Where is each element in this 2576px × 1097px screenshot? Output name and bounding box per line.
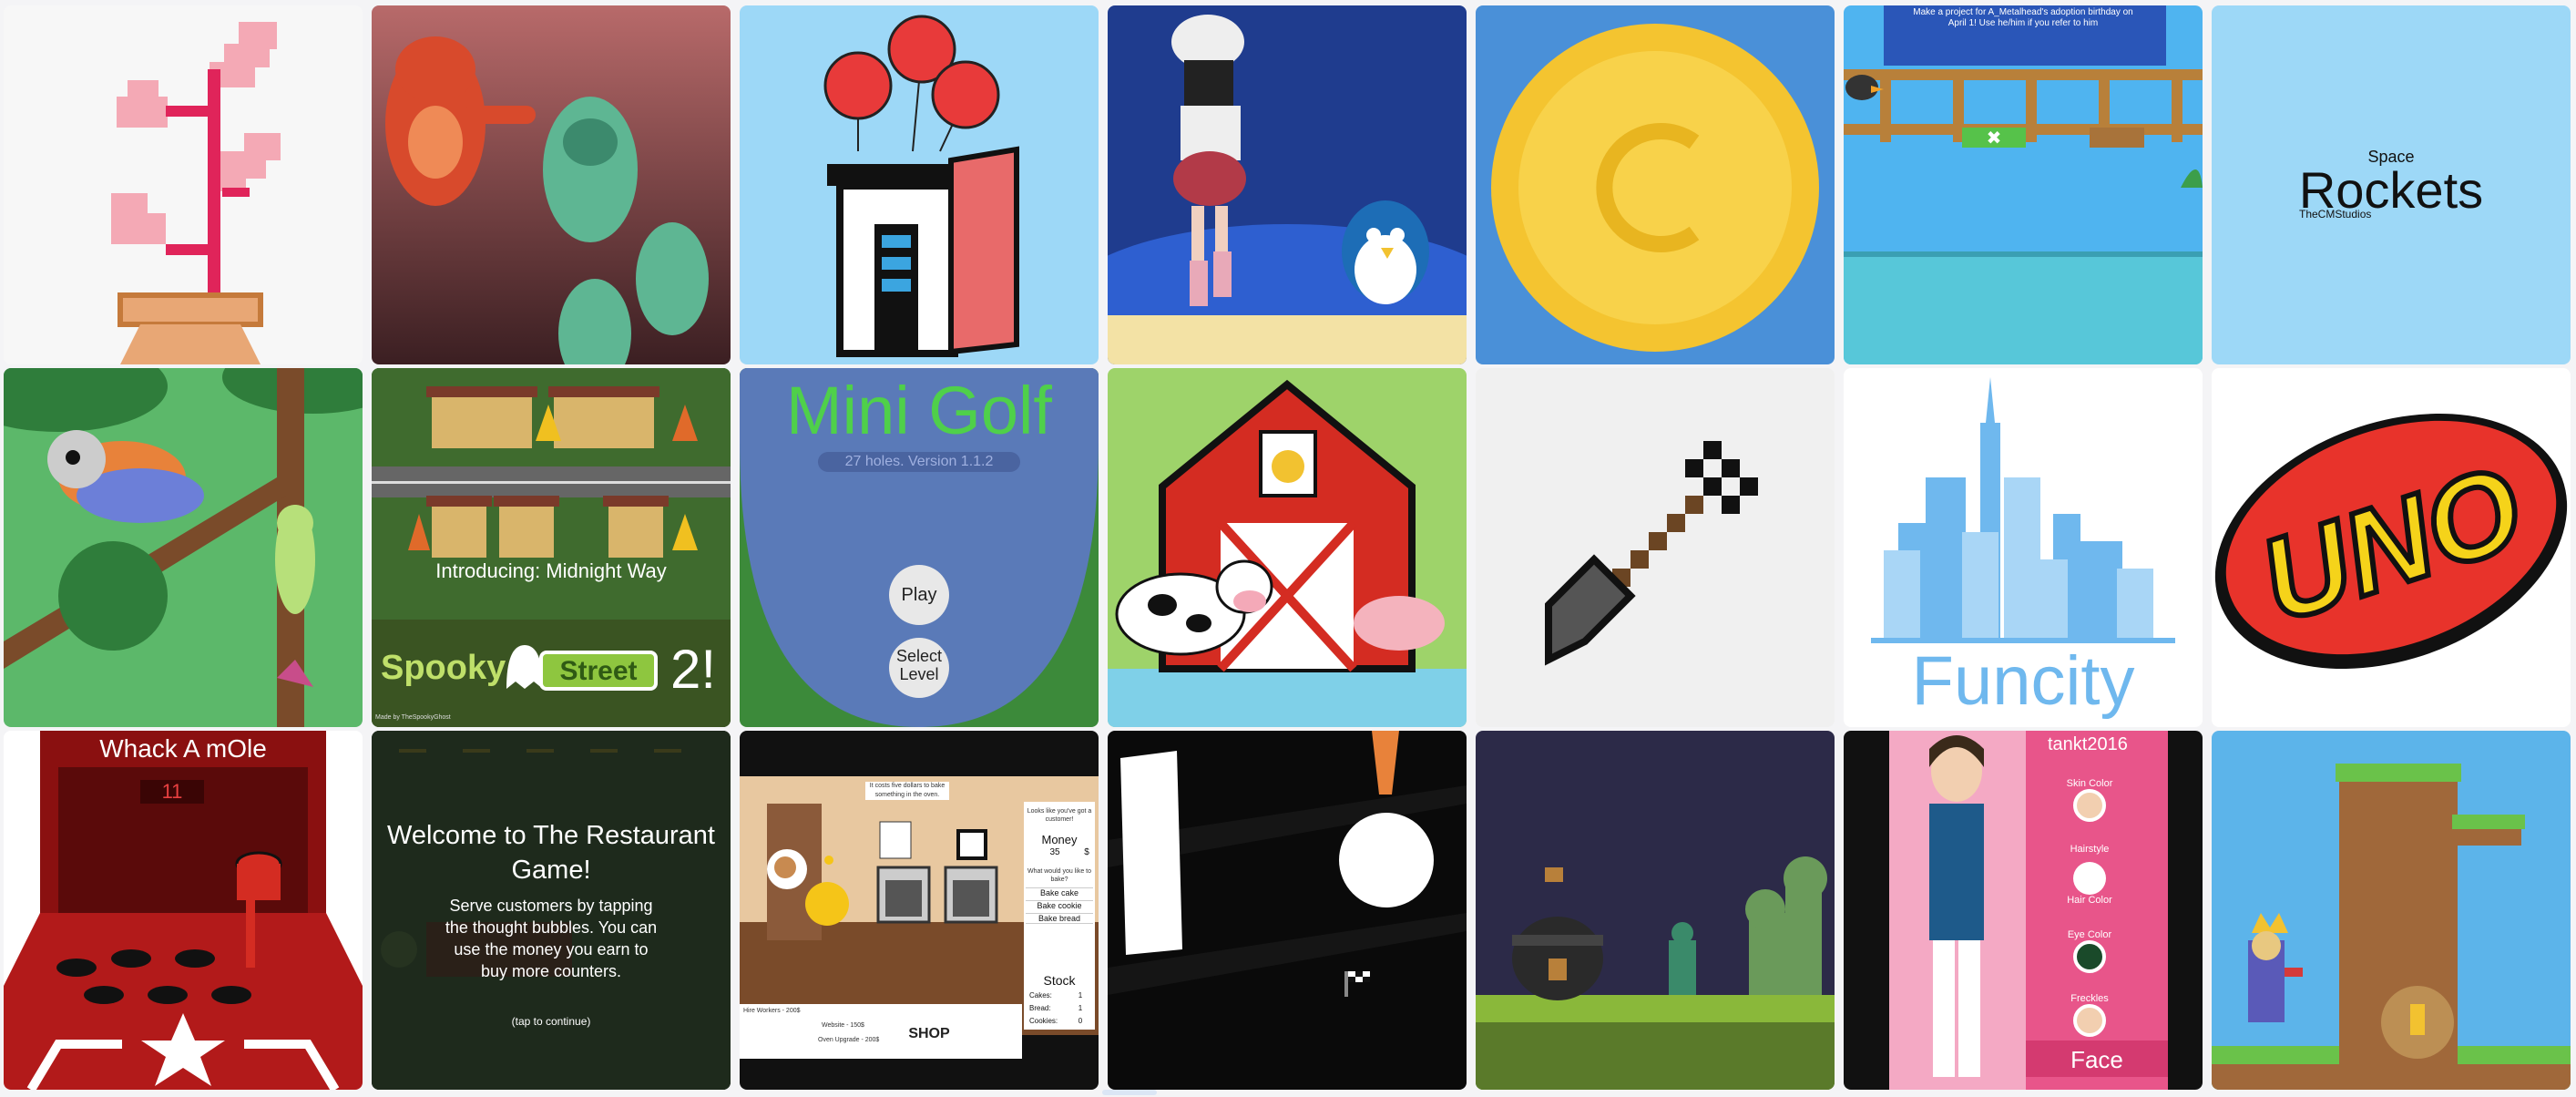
project-grid: ✖ Make a project for A_Metalhead's adopt… (0, 0, 2576, 1097)
bakery-website[interactable]: Website - 150$ (822, 1022, 894, 1029)
project-tile-restaurant-game[interactable]: Welcome to The Restaurant Game! Serve cu… (372, 731, 731, 1090)
avatar-skin-label: Skin Color (2066, 778, 2113, 789)
street-word: Street (559, 656, 638, 686)
project-tile-adoption-birthday[interactable]: ✖ Make a project for A_Metalhead's adopt… (1844, 5, 2203, 364)
project-tile-balloon-building[interactable] (740, 5, 1099, 364)
avatar-face-tab[interactable]: Face (2026, 1046, 2168, 1074)
bake-cake-button[interactable]: Bake cake (1026, 887, 1093, 897)
spooky-credit: Made by TheSpookyGhost (375, 714, 451, 721)
platformer-image (2212, 764, 2571, 1090)
bakery-money-unit: $ (1084, 847, 1089, 857)
golf-subtitle: 27 holes. Version 1.1.2 (844, 454, 994, 469)
bakery-cakes-value: 1 (1078, 991, 1083, 1000)
project-tile-funcity[interactable]: Funcity (1844, 368, 2203, 727)
bakery-stock-title: Stock (1043, 973, 1076, 988)
bakery-question: What would you like to bake? (1027, 868, 1092, 883)
bear-sloths-image (372, 5, 731, 364)
project-tile-farm-barn[interactable] (1108, 368, 1467, 727)
spooky-word: Spooky (381, 649, 506, 687)
bakery-customer-text: Looks like you've got a customer! (1027, 808, 1092, 823)
project-tile-black-pong[interactable] (1108, 731, 1467, 1090)
adoption-banner-text: Make a project for A_Metalhead's adoptio… (1913, 7, 2133, 28)
svg-text:✖: ✖ (1987, 128, 2002, 149)
funcity-title: Funcity (1911, 642, 2135, 720)
scroll-indicator[interactable] (1102, 1090, 1157, 1095)
whack-score: 11 (161, 780, 183, 803)
bakery-shop-button[interactable]: SHOP (902, 1026, 956, 1042)
project-tile-space-rockets[interactable]: Space Rockets TheCMStudios (2212, 5, 2571, 364)
project-tile-mini-golf[interactable]: Mini Golf 27 holes. Version 1.1.2 Play S… (740, 368, 1099, 727)
bakery-oven-upgrade[interactable]: Oven Upgrade - 200$ (818, 1037, 909, 1043)
zombie-night-image (1476, 856, 1835, 1090)
restaurant-title: Welcome to The Restaurant Game! (387, 821, 715, 885)
golf-select-level-button[interactable]: Select Level (889, 638, 949, 698)
farm-barn-image (1108, 379, 1467, 727)
project-tile-pixel-plant[interactable] (4, 5, 363, 364)
adoption-birthday-image: ✖ (1844, 5, 2203, 364)
bake-bread-button[interactable]: Bake bread (1026, 913, 1093, 924)
restaurant-tap: (tap to continue) (511, 1015, 591, 1028)
bakery-money-value: 35 (1049, 847, 1060, 857)
spooky-number: 2! (670, 639, 717, 700)
restaurant-body: Serve customers by tapping the thought b… (445, 897, 658, 980)
project-tile-platformer[interactable] (2212, 731, 2571, 1090)
trainer-penguin-image (1108, 5, 1467, 364)
space-rockets-studio: TheCMStudios (2299, 208, 2372, 220)
avatar-username: tankt2016 (2048, 734, 2128, 754)
golf-play-button[interactable]: Play (889, 565, 949, 625)
golf-title: Mini Golf (786, 373, 1052, 448)
project-tile-avatar-maker[interactable]: tankt2016 Skin Color Hairstyle Hair Colo… (1844, 731, 2203, 1090)
project-tile-spooky-street[interactable]: Introducing: Midnight Way Spooky Street … (372, 368, 731, 727)
black-pong-image (1108, 731, 1467, 997)
avatar-hair-label: Hair Color (2067, 895, 2112, 906)
spooky-intro-text: Introducing: Midnight Way (435, 559, 667, 582)
bakery-hint: It costs five dollars to bake something … (865, 782, 949, 800)
project-tile-bear-sloths[interactable] (372, 5, 731, 364)
pixel-shovel-image (1545, 441, 1758, 666)
project-tile-parrot-chameleon[interactable] (4, 368, 363, 727)
avatar-hairstyle-label: Hairstyle (2070, 844, 2110, 855)
project-tile-trainer-penguin[interactable] (1108, 5, 1467, 364)
bakery-bread-label: Bread: (1029, 1004, 1051, 1012)
bakery-money-label: Money (1041, 833, 1078, 846)
avatar-freckles-label: Freckles (2070, 993, 2109, 1004)
project-tile-pixel-shovel[interactable] (1476, 368, 1835, 727)
coin-image (1491, 24, 1819, 352)
bakery-cakes-label: Cakes: (1029, 991, 1052, 1000)
pixel-plant-image (111, 22, 281, 364)
project-tile-uno[interactable]: UNO (2212, 368, 2571, 727)
bakery-cookies-label: Cookies: (1029, 1017, 1058, 1025)
bakery-cookies-value: 0 (1078, 1017, 1083, 1025)
project-tile-zombie-night[interactable] (1476, 731, 1835, 1090)
bake-cookie-button[interactable]: Bake cookie (1026, 900, 1093, 910)
balloon-building-image (823, 15, 1019, 357)
whack-title: Whack A mOle (99, 734, 267, 763)
avatar-eye-label: Eye Color (2067, 929, 2112, 940)
project-tile-coin[interactable] (1476, 5, 1835, 364)
project-tile-bakery[interactable]: It costs five dollars to bake something … (740, 731, 1099, 1090)
bakery-hire-workers[interactable]: Hire Workers - 200$ (743, 1008, 825, 1014)
project-tile-whack-a-mole[interactable]: Whack A mOle 11 (4, 731, 363, 1090)
bakery-bread-value: 1 (1078, 1004, 1083, 1012)
parrot-chameleon-image (4, 368, 363, 727)
